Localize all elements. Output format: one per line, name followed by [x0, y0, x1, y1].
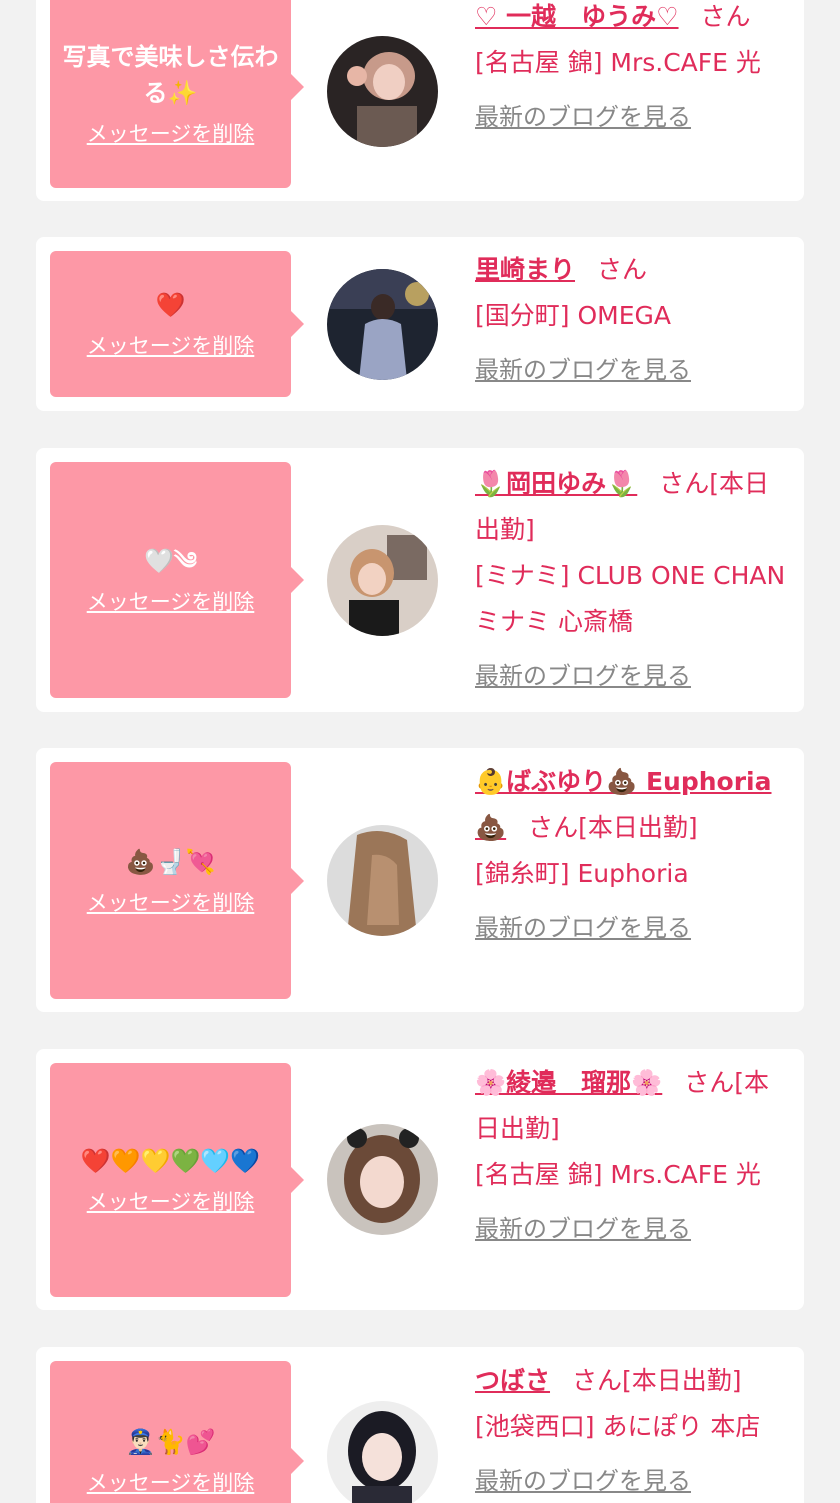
latest-blog-link[interactable]: 最新のブログを見る	[475, 1458, 790, 1503]
favorite-card: ❤️🧡💛💚🩵💙 メッセージを削除 🌸綾邉 瑠那🌸 さん[本日出勤] [名古屋 錦]…	[36, 1049, 804, 1310]
delete-message-button[interactable]: メッセージを削除	[87, 888, 255, 918]
message-text: ❤️	[155, 291, 186, 319]
favorites-list: 写真で美味しさ伝わる✨ メッセージを削除 ♡ 一越 ゆうみ♡ さん [名古屋 錦]…	[0, 0, 840, 1503]
message-bubble: 💩🚽💘 メッセージを削除	[50, 762, 304, 999]
cast-name-link[interactable]: つばさ	[475, 1366, 550, 1395]
avatar-photo	[327, 1401, 438, 1503]
message-bubble: 🤍༄ メッセージを削除	[50, 462, 304, 698]
cast-info: ♡ 一越 ゆうみ♡ さん [名古屋 錦] Mrs.CAFE 光 最新のブログを見る	[475, 0, 790, 140]
message-bubble: 👮🏻‍♂️🐈💕 メッセージを削除	[50, 1361, 304, 1503]
avatar-photo	[327, 825, 438, 936]
latest-blog-link[interactable]: 最新のブログを見る	[475, 653, 790, 699]
avatar[interactable]	[327, 1124, 438, 1235]
message-bubble: ❤️ メッセージを削除	[50, 251, 304, 397]
favorite-card: ❤️ メッセージを削除 里崎まり さん [国分町] OMEGA 最新のブログを見る	[36, 237, 804, 411]
cast-info: 里崎まり さん [国分町] OMEGA 最新のブログを見る	[475, 247, 790, 393]
avatar[interactable]	[327, 525, 438, 636]
avatar[interactable]	[327, 825, 438, 936]
honorific: さん	[597, 255, 648, 284]
message-text: 👮🏻‍♂️🐈💕	[125, 1428, 216, 1456]
cast-name-link[interactable]: ♡ 一越 ゆうみ♡	[475, 2, 679, 31]
avatar-photo	[327, 525, 438, 636]
favorite-card: 🤍༄ メッセージを削除 🌷岡田ゆみ🌷 さん[本日出勤] [ミナミ] CLUB ON…	[36, 448, 804, 712]
cast-name-link[interactable]: 里崎まり	[475, 255, 575, 284]
cast-info: 👶ばぶゆり💩 Euphoria💩 さん[本日出勤] [錦糸町] Euphoria …	[475, 759, 790, 951]
shop-text: [名古屋 錦] Mrs.CAFE 光	[475, 1160, 761, 1189]
avatar[interactable]	[327, 1401, 438, 1503]
shop-text: [ミナミ] CLUB ONE CHAN ミナミ 心斎橋	[475, 561, 786, 636]
delete-message-button[interactable]: メッセージを削除	[87, 1468, 255, 1498]
status-text: [本日出勤]	[578, 813, 698, 842]
message-text: 💩🚽💘	[125, 847, 216, 876]
shop-text: [国分町] OMEGA	[475, 301, 671, 330]
delete-message-button[interactable]: メッセージを削除	[87, 119, 255, 149]
avatar[interactable]	[327, 269, 438, 380]
cast-info: 🌷岡田ゆみ🌷 さん[本日出勤] [ミナミ] CLUB ONE CHAN ミナミ 心…	[475, 461, 790, 699]
favorite-card: 👮🏻‍♂️🐈💕 メッセージを削除 つばさ さん[本日出勤] [池袋西口] あにぽり…	[36, 1347, 804, 1503]
message-bubble: 写真で美味しさ伝わる✨ メッセージを削除	[50, 0, 304, 188]
delete-message-button[interactable]: メッセージを削除	[87, 587, 255, 617]
latest-blog-link[interactable]: 最新のブログを見る	[475, 905, 790, 951]
honorific: さん	[572, 1366, 623, 1395]
latest-blog-link[interactable]: 最新のブログを見る	[475, 347, 790, 393]
honorific: さん	[528, 813, 579, 842]
avatar-photo	[327, 36, 438, 147]
latest-blog-link[interactable]: 最新のブログを見る	[475, 94, 790, 140]
shop-text: [錦糸町] Euphoria	[475, 859, 689, 888]
cast-info: つばさ さん[本日出勤] [池袋西口] あにぽり 本店 最新のブログを見る	[475, 1358, 790, 1503]
favorite-card: 💩🚽💘 メッセージを削除 👶ばぶゆり💩 Euphoria💩 さん[本日出勤] [錦…	[36, 748, 804, 1012]
honorific: さん	[700, 2, 751, 31]
latest-blog-link[interactable]: 最新のブログを見る	[475, 1206, 790, 1252]
delete-message-button[interactable]: メッセージを削除	[87, 1187, 255, 1217]
message-text: 🤍༄	[144, 547, 197, 575]
message-bubble: ❤️🧡💛💚🩵💙 メッセージを削除	[50, 1063, 304, 1297]
shop-text: [名古屋 錦] Mrs.CAFE 光	[475, 48, 761, 77]
avatar-photo	[327, 1124, 438, 1235]
shop-text: [池袋西口] あにぽり 本店	[475, 1412, 761, 1441]
message-text: 写真で美味しさ伝わる✨	[62, 43, 279, 107]
message-text: ❤️🧡💛💚🩵💙	[80, 1147, 261, 1175]
status-text: [本日出勤]	[622, 1366, 742, 1395]
cast-name-link[interactable]: 🌸綾邉 瑠那🌸	[475, 1068, 662, 1097]
cast-name-link[interactable]: 🌷岡田ゆみ🌷	[475, 469, 637, 498]
honorific: さん	[684, 1068, 735, 1097]
favorite-card: 写真で美味しさ伝わる✨ メッセージを削除 ♡ 一越 ゆうみ♡ さん [名古屋 錦]…	[36, 0, 804, 201]
cast-info: 🌸綾邉 瑠那🌸 さん[本日出勤] [名古屋 錦] Mrs.CAFE 光 最新のブロ…	[475, 1060, 790, 1252]
avatar[interactable]	[327, 36, 438, 147]
honorific: さん	[659, 469, 710, 498]
delete-message-button[interactable]: メッセージを削除	[87, 331, 255, 361]
avatar-photo	[327, 269, 438, 380]
